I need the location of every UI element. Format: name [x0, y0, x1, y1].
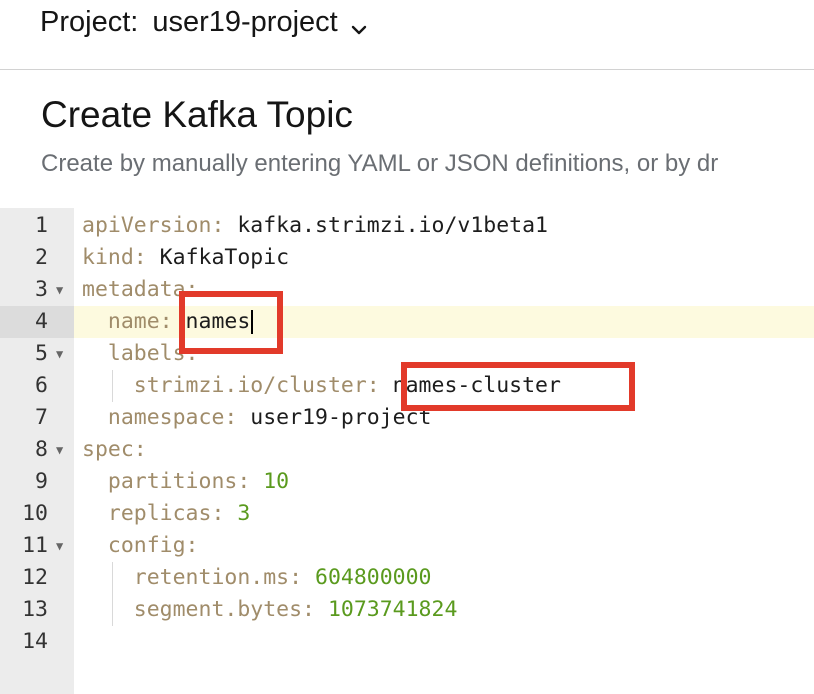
fold-triangle-icon[interactable]: ▼ — [56, 530, 63, 562]
project-switcher[interactable]: Project: user19-project — [40, 6, 368, 39]
fold-triangle-icon[interactable]: ▼ — [56, 274, 63, 306]
line-number: 5 — [35, 341, 48, 366]
chevron-down-icon — [350, 14, 368, 34]
yaml-key: strimzi.io/cluster: — [82, 373, 380, 398]
editor-line[interactable]: 11 ▼ config: — [0, 530, 814, 562]
line-number: 7 — [35, 405, 48, 430]
yaml-key: apiVersion: — [82, 213, 225, 238]
editor-line[interactable]: 8 ▼ spec: — [0, 434, 814, 466]
line-number: 3 — [35, 277, 48, 302]
yaml-value: 604800000 — [302, 565, 432, 590]
editor-line[interactable]: 10 replicas: 3 — [0, 498, 814, 530]
yaml-key: replicas: — [82, 501, 225, 526]
line-number: 2 — [35, 245, 48, 270]
name-highlight-box — [179, 291, 283, 354]
cluster-highlight-box — [401, 362, 635, 411]
line-number: 4 — [35, 309, 48, 334]
yaml-value: 1073741824 — [315, 597, 458, 622]
editor-line[interactable]: 1 apiVersion: kafka.strimzi.io/v1beta1 — [0, 210, 814, 242]
yaml-key: config: — [82, 533, 199, 558]
project-label: Project: — [40, 6, 139, 38]
yaml-value: KafkaTopic — [146, 245, 290, 270]
line-number: 1 — [35, 213, 48, 238]
yaml-value: 3 — [224, 501, 251, 526]
yaml-key: name: — [82, 309, 173, 334]
indent-guide — [112, 562, 113, 626]
yaml-key: partitions: — [82, 469, 251, 494]
yaml-editor[interactable]: 1 apiVersion: kafka.strimzi.io/v1beta1 2… — [0, 208, 814, 694]
editor-line[interactable]: 9 partitions: 10 — [0, 466, 814, 498]
indent-guide — [112, 370, 113, 402]
fold-triangle-icon[interactable]: ▼ — [56, 434, 63, 466]
top-bar: Project: user19-project — [0, 0, 814, 70]
line-number: 11 — [22, 533, 48, 558]
yaml-value: kafka.strimzi.io/v1beta1 — [224, 213, 548, 238]
line-number: 9 — [35, 469, 48, 494]
line-number: 6 — [35, 373, 48, 398]
fold-triangle-icon[interactable]: ▼ — [56, 338, 63, 370]
page-description: Create by manually entering YAML or JSON… — [41, 150, 719, 177]
editor-line[interactable]: 14 — [0, 626, 814, 658]
editor-line[interactable]: 12 retention.ms: 604800000 — [0, 562, 814, 594]
line-number: 13 — [22, 597, 48, 622]
line-number: 12 — [22, 565, 48, 590]
yaml-key: spec: — [82, 437, 147, 462]
yaml-key: segment.bytes: — [82, 597, 315, 622]
editor-line-active[interactable]: 4 name: names — [0, 306, 814, 338]
yaml-key: retention.ms: — [82, 565, 303, 590]
line-number: 10 — [22, 501, 48, 526]
editor-line[interactable]: 3 ▼ metadata: — [0, 274, 814, 306]
page-title: Create Kafka Topic — [41, 94, 353, 135]
line-number: 14 — [22, 629, 48, 654]
project-name: user19-project — [152, 6, 338, 38]
line-number: 8 — [35, 437, 48, 462]
editor-line[interactable]: 2 kind: KafkaTopic — [0, 242, 814, 274]
editor-line[interactable]: 13 segment.bytes: 1073741824 — [0, 594, 814, 626]
yaml-key: namespace: — [82, 405, 238, 430]
yaml-value: 10 — [250, 469, 290, 494]
yaml-key: kind: — [82, 245, 147, 270]
